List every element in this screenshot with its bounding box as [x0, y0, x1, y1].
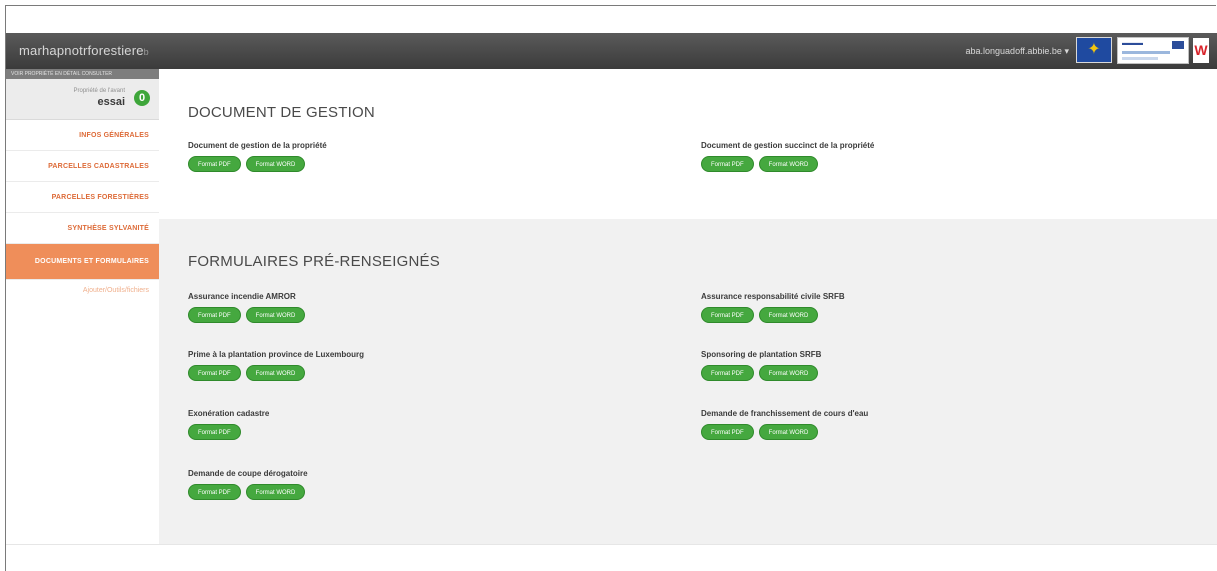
- form-title: Sponsoring de plantation SRFB: [701, 350, 822, 359]
- form-item: Demande de coupe dérogatoire Format PDF F…: [188, 469, 310, 502]
- owner-badge[interactable]: 0: [134, 90, 150, 106]
- interreg-logo: ▬▬▬: [1117, 37, 1189, 64]
- pdf-button[interactable]: Format PDF: [701, 365, 754, 381]
- button-group: Format PDF Format WORD: [188, 365, 364, 383]
- form-item: Assurance incendie AMROR Format PDF Forma…: [188, 292, 310, 325]
- section-title: DOCUMENT DE GESTION: [188, 104, 375, 121]
- form-title: Exonération cadastre: [188, 409, 270, 418]
- document-title: Document de gestion succinct de la propr…: [701, 141, 875, 150]
- form-item: Prime à la plantation province de Luxemb…: [188, 350, 364, 383]
- document-item: Document de gestion succinct de la propr…: [701, 141, 874, 174]
- main-content: DOCUMENT DE GESTION Document de gestion …: [159, 69, 1217, 544]
- app-logo-suffix: b: [143, 47, 149, 57]
- word-button[interactable]: Format WORD: [245, 365, 306, 381]
- app-logo-text: marhapnotrforestiere: [19, 43, 144, 58]
- button-group: Format PDF Format WORD: [701, 156, 874, 174]
- user-menu[interactable]: aba.longuadoff.abbie.be ▾: [966, 46, 1069, 57]
- sidebar-sub-item[interactable]: Ajouter/Outils/fichiers: [6, 280, 159, 304]
- pdf-button[interactable]: Format PDF: [188, 365, 241, 381]
- section-formulaires: FORMULAIRES PRÉ-RENSEIGNÉS Assurance inc…: [159, 219, 1217, 544]
- button-group: Format PDF Format WORD: [188, 484, 310, 502]
- word-button[interactable]: Format WORD: [758, 156, 819, 172]
- form-item: Assurance responsabilité civile SRFB For…: [701, 292, 845, 325]
- sidebar-item-synthese[interactable]: SYNTHÈSE SYLVANITÉ: [6, 213, 159, 244]
- interreg-flag-icon: [1172, 41, 1184, 49]
- wallonie-logo-icon: W: [1193, 38, 1209, 63]
- document-title: Document de gestion de la propriété: [188, 141, 327, 150]
- interreg-wordmark-icon: ▬▬▬: [1122, 40, 1143, 47]
- owner-caption: Propriété de l'avant: [73, 88, 125, 94]
- user-email: aba.longuadoff.abbie.be: [965, 46, 1062, 56]
- button-group: Format PDF: [188, 424, 269, 442]
- form-title: Demande de franchissement de cours d'eau: [701, 409, 869, 418]
- pdf-button[interactable]: Format PDF: [701, 307, 754, 323]
- section-document-gestion: DOCUMENT DE GESTION Document de gestion …: [159, 69, 1217, 219]
- app-logo[interactable]: marhapnotrforestiereb: [19, 43, 149, 58]
- sidebar-top-bar[interactable]: VOIR PROPRIÉTÉ EN DÉTAIL CONSULTER: [6, 69, 159, 79]
- sidebar-item-parcelles-forestieres[interactable]: PARCELLES FORESTIÈRES: [6, 182, 159, 213]
- eu-flag-icon: ✦: [1076, 37, 1112, 63]
- sidebar: VOIR PROPRIÉTÉ EN DÉTAIL CONSULTER Propr…: [6, 69, 159, 544]
- owner-box: Propriété de l'avant essai 0: [6, 79, 159, 120]
- word-button[interactable]: Format WORD: [758, 365, 819, 381]
- button-group: Format PDF Format WORD: [188, 307, 310, 325]
- pdf-button[interactable]: Format PDF: [701, 424, 754, 440]
- pdf-button[interactable]: Format PDF: [701, 156, 754, 172]
- form-item: Demande de franchissement de cours d'eau…: [701, 409, 868, 442]
- sidebar-item-parcelles-cadastrales[interactable]: PARCELLES CADASTRALES: [6, 151, 159, 182]
- form-title: Assurance responsabilité civile SRFB: [701, 292, 845, 301]
- form-title: Demande de coupe dérogatoire: [188, 469, 308, 478]
- pdf-button[interactable]: Format PDF: [188, 307, 241, 323]
- top-bar: marhapnotrforestiereb aba.longuadoff.abb…: [6, 33, 1217, 69]
- sidebar-item-infos-generales[interactable]: INFOS GÉNÉRALES: [6, 120, 159, 151]
- button-group: Format PDF Format WORD: [701, 365, 823, 383]
- document-item: Document de gestion de la propriété Form…: [188, 141, 327, 174]
- form-title: Assurance incendie AMROR: [188, 292, 296, 301]
- button-group: Format PDF Format WORD: [701, 307, 845, 325]
- button-group: Format PDF Format WORD: [701, 424, 868, 442]
- word-button[interactable]: Format WORD: [245, 484, 306, 500]
- interreg-line-icon: [1122, 57, 1158, 60]
- word-button[interactable]: Format WORD: [758, 307, 819, 323]
- word-button[interactable]: Format WORD: [245, 307, 306, 323]
- footer-divider: [6, 544, 1217, 545]
- section-title: FORMULAIRES PRÉ-RENSEIGNÉS: [188, 253, 440, 270]
- form-item: Sponsoring de plantation SRFB Format PDF…: [701, 350, 823, 383]
- owner-name: essai: [97, 96, 125, 108]
- pdf-button[interactable]: Format PDF: [188, 424, 241, 440]
- pdf-button[interactable]: Format PDF: [188, 156, 241, 172]
- sidebar-item-documents[interactable]: DOCUMENTS ET FORMULAIRES: [6, 244, 159, 280]
- word-button[interactable]: Format WORD: [758, 424, 819, 440]
- chevron-down-icon: ▾: [1064, 46, 1069, 56]
- pdf-button[interactable]: Format PDF: [188, 484, 241, 500]
- form-item: Exonération cadastre Format PDF: [188, 409, 269, 442]
- interreg-line-icon: [1122, 51, 1170, 54]
- form-title: Prime à la plantation province de Luxemb…: [188, 350, 365, 359]
- word-button[interactable]: Format WORD: [245, 156, 306, 172]
- button-group: Format PDF Format WORD: [188, 156, 327, 174]
